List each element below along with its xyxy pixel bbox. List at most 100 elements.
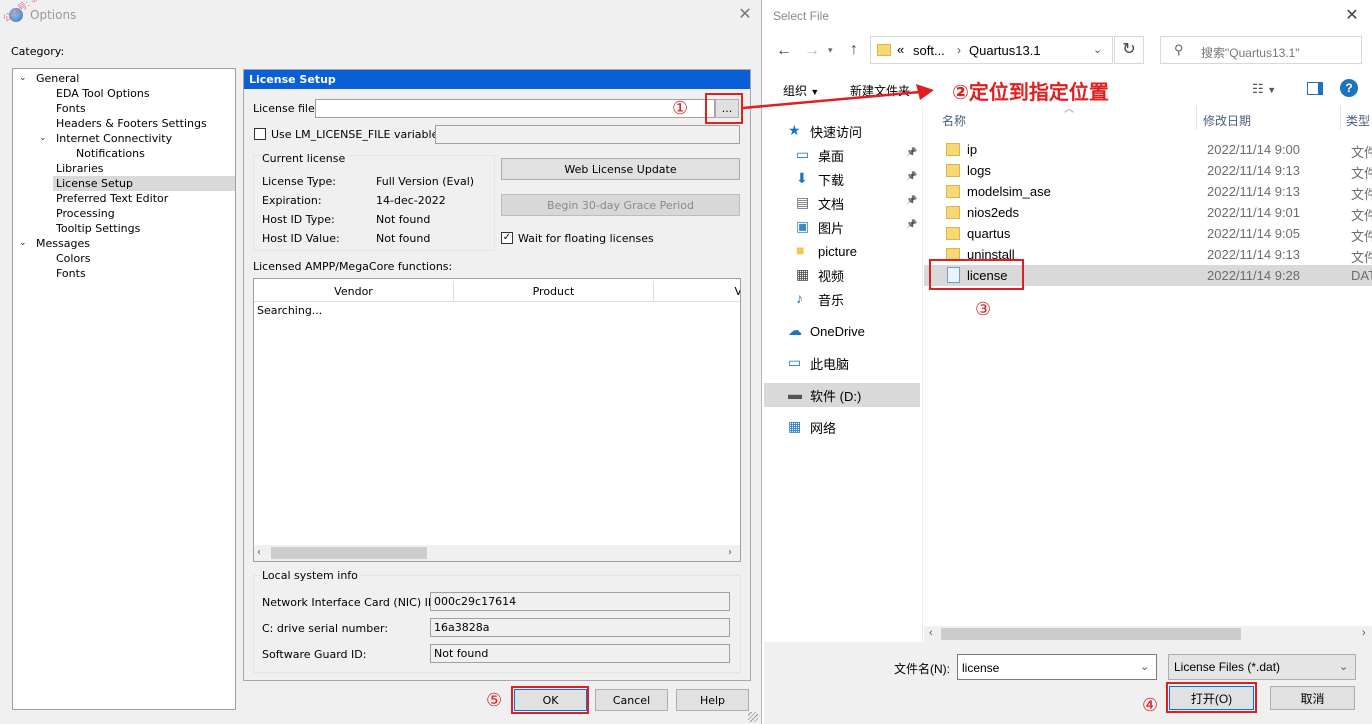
breadcrumb-part-1[interactable]: soft... [913,43,945,58]
column-date[interactable]: 修改日期 [1203,112,1251,129]
file-row[interactable]: nios2eds 2022/11/14 9:01 文件 [924,202,1372,223]
file-name: logs [967,163,991,178]
tree-item[interactable]: General [36,71,79,86]
nav-item[interactable]: ▦ 网络 [764,415,920,439]
scroll-left-icon[interactable]: ‹ [257,547,261,558]
close-icon[interactable]: ✕ [1342,5,1362,25]
license-file-input[interactable] [315,99,715,118]
up-icon[interactable]: ↑ [850,41,858,59]
tree-item[interactable]: EDA Tool Options [56,86,150,101]
tree-item[interactable]: Libraries [56,161,104,176]
use-env-checkbox[interactable] [254,128,266,140]
wait-checkbox[interactable]: ✓ [501,232,513,244]
scroll-right-icon[interactable]: › [1362,627,1366,639]
music-icon: ♪ [796,290,803,306]
pin-icon[interactable]: 📌 [906,195,917,206]
highlight-open [1166,682,1257,713]
download-icon: ⬇ [796,170,808,186]
view-options-icon[interactable]: ☷ ▼ [1252,81,1276,97]
tree-item[interactable]: Tooltip Settings [56,221,140,236]
navigation-pane[interactable]: ★ 快速访问 ▭ 桌面 📌 ⬇ 下载 📌 ▤ 文档 📌 ▣ 图片 📌 ■ picture ▦ 视频 ♪ 音乐 ☁ OneD… [764,106,922,642]
nav-item[interactable]: ♪ 音乐 [764,287,920,311]
nav-item-label: 桌面 [818,148,845,164]
tree-item[interactable]: License Setup [56,176,133,191]
scroll-thumb[interactable] [941,628,1241,640]
refresh-icon[interactable]: ↻ [1114,36,1144,64]
nav-item[interactable]: ▬ 软件 (D:) [764,383,920,407]
folder-icon [946,185,960,198]
scroll-right-icon[interactable]: › [728,547,732,558]
drive-field: 16a3828a [430,618,730,637]
nav-item[interactable]: ★ 快速访问 [764,119,920,143]
column-divider [1196,106,1197,130]
chevron-down-icon[interactable]: ⌄ [1140,660,1149,673]
file-type: 文件 [1351,208,1372,223]
tree-item[interactable]: Processing [56,206,115,221]
chevron-down-icon: ⌄ [1339,661,1349,673]
path-prefix: « [897,42,905,57]
nav-item[interactable]: ▭ 桌面 📌 [764,143,920,167]
recent-chevron-icon[interactable]: ▾ [828,45,833,56]
pane-divider[interactable] [922,106,923,642]
nav-item[interactable]: ⬇ 下载 📌 [764,167,920,191]
forward-icon[interactable]: → [804,42,820,60]
help-icon[interactable]: ? [1340,79,1358,97]
tree-expand-icon[interactable]: ⌄ [19,236,27,251]
breadcrumb-part-2[interactable]: Quartus13.1 [969,43,1041,58]
web-license-update-button[interactable]: Web License Update [501,158,740,180]
scroll-left-icon[interactable]: ‹ [929,627,933,639]
back-icon[interactable]: ← [776,42,792,60]
ampp-table[interactable]: Vendor Product V Searching... ‹ › [253,278,741,562]
nav-item[interactable]: ☁ OneDrive [764,319,920,343]
file-row[interactable]: ip 2022/11/14 9:00 文件 [924,139,1372,160]
nav-item[interactable]: ▣ 图片 📌 [764,215,920,239]
nav-item[interactable]: ▦ 视频 [764,263,920,287]
ampp-col-version[interactable]: V [654,281,740,301]
tree-item[interactable]: Preferred Text Editor [56,191,168,206]
tree-item[interactable]: Messages [36,236,90,251]
ampp-col-product[interactable]: Product [454,281,654,301]
help-button[interactable]: Help [676,689,749,711]
preview-pane-icon[interactable] [1307,82,1323,95]
pin-icon[interactable]: 📌 [906,147,917,158]
nav-item[interactable]: ■ picture [764,239,920,263]
header-divider [254,301,740,302]
address-bar[interactable]: « soft... › Quartus13.1 ⌄ [870,36,1113,64]
file-row[interactable]: modelsim_ase 2022/11/14 9:13 文件 [924,181,1372,202]
current-license-label: Host ID Value: [262,232,340,245]
nav-item[interactable]: ▭ 此电脑 [764,351,920,375]
file-name: ip [967,142,978,157]
scroll-thumb[interactable] [271,547,427,559]
file-date: 2022/11/14 9:28 [1207,268,1301,283]
pin-icon[interactable]: 📌 [906,219,917,230]
tree-expand-icon[interactable]: ⌄ [39,131,47,146]
tree-item[interactable]: Headers & Footers Settings [56,116,207,131]
close-icon[interactable]: ✕ [736,5,754,23]
tree-expand-icon[interactable]: ⌄ [19,71,27,86]
file-list[interactable]: ︿ 名称 修改日期 类型 ip 2022/11/14 9:00 文件 logs 2022… [924,104,1372,626]
file-type-select[interactable]: License Files (*.dat) ⌄ [1168,654,1356,680]
cancel-button[interactable]: 取消 [1270,686,1355,710]
file-row[interactable]: logs 2022/11/14 9:13 文件 [924,160,1372,181]
current-license-value: 14-dec-2022 [376,194,446,207]
drive-value: 16a3828a [434,621,490,634]
tree-item[interactable]: Colors [56,251,90,266]
column-name[interactable]: 名称 [942,112,966,129]
tree-item[interactable]: Fonts [56,101,86,116]
ampp-col-vendor[interactable]: Vendor [254,281,454,301]
tree-item[interactable]: Notifications [76,146,145,161]
search-box[interactable]: ⚲ 搜索"Quartus13.1" [1160,36,1362,64]
tree-item[interactable]: Internet Connectivity [56,131,172,146]
filename-input[interactable]: license ⌄ [957,654,1157,680]
nav-item[interactable]: ▤ 文档 📌 [764,191,920,215]
cancel-button[interactable]: Cancel [595,689,668,711]
ampp-hscrollbar[interactable]: ‹ › [254,545,740,561]
address-chevron-icon[interactable]: ⌄ [1093,43,1102,56]
file-list-hscrollbar[interactable]: ‹ › [924,626,1372,642]
file-row[interactable]: quartus 2022/11/14 9:05 文件 [924,223,1372,244]
category-tree[interactable]: ⌄ General EDA Tool Options Fonts Headers & F… [12,68,236,710]
resize-grip-icon[interactable] [748,712,758,722]
tree-item[interactable]: Fonts [56,266,86,281]
pin-icon[interactable]: 📌 [906,171,917,182]
column-type[interactable]: 类型 [1346,112,1370,129]
